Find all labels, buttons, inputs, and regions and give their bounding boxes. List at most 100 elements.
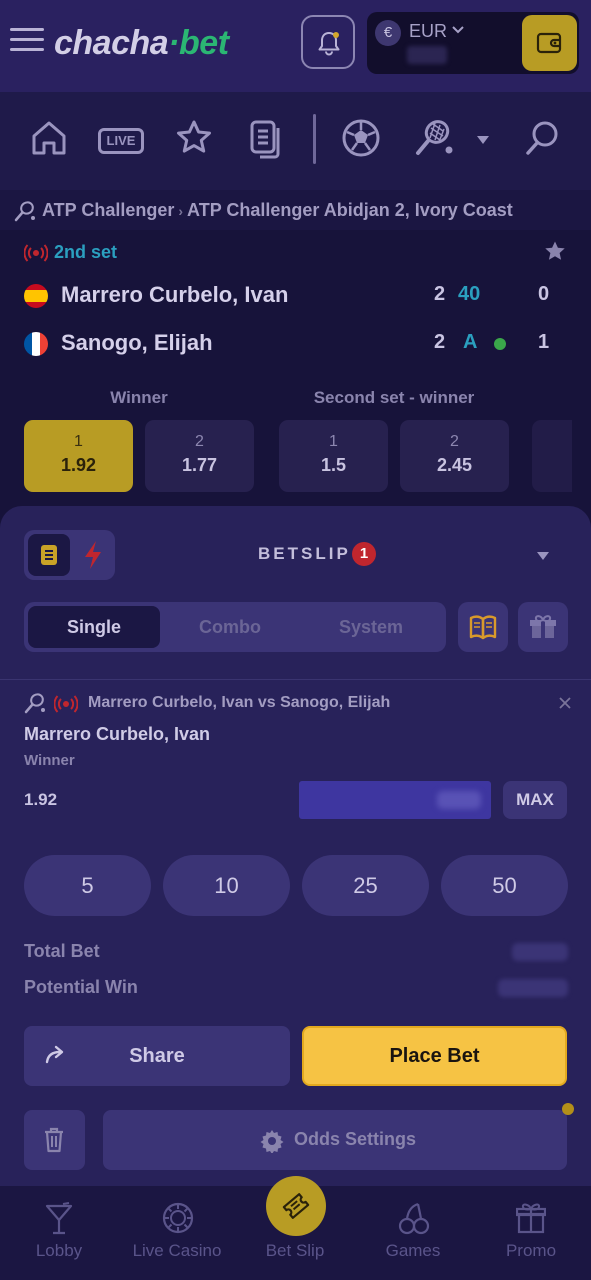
max-stake-button[interactable]: MAX (503, 781, 567, 819)
tennis-icon (14, 201, 35, 222)
betslip-history-icon[interactable] (248, 118, 286, 160)
rules-book-button[interactable] (458, 602, 508, 652)
tennis-icon[interactable] (413, 118, 455, 160)
close-icon[interactable] (558, 696, 572, 710)
ticket-icon (282, 1193, 310, 1219)
selection-match[interactable]: Marrero Curbelo, Ivan vs Sanogo, Elijah (88, 694, 390, 712)
share-button[interactable]: Share (24, 1026, 290, 1086)
odds-settings-button[interactable]: Odds Settings (103, 1110, 567, 1170)
wallet-icon (536, 32, 562, 54)
odd-name: 1 (329, 433, 338, 450)
sets-score: 2 (434, 283, 446, 305)
soccer-ball-icon[interactable] (341, 118, 381, 158)
current-set-score: 1 (538, 331, 550, 353)
current-set-score: 0 (538, 283, 550, 305)
breadcrumb-tournament[interactable]: ATP Challenger Abidjan 2, Ivory Coast (187, 200, 513, 220)
chevron-down-icon[interactable] (451, 25, 465, 35)
chevron-down-icon[interactable] (475, 134, 491, 146)
lightning-icon[interactable] (78, 538, 108, 572)
balance-panel[interactable]: € EUR (367, 12, 579, 74)
tennis-icon (24, 693, 45, 714)
collapse-caret-icon[interactable] (535, 550, 551, 562)
odd-button-partial[interactable] (532, 420, 572, 492)
document-icon (41, 545, 57, 565)
quick-stake-button[interactable]: 10 (163, 855, 290, 916)
tab-label: Bet Slip (265, 1241, 325, 1260)
gift-icon (516, 1203, 546, 1234)
breadcrumb-category[interactable]: ATP Challenger (42, 200, 174, 220)
search-icon[interactable] (524, 118, 562, 158)
tab-label: Lobby (35, 1241, 83, 1260)
quick-stake-button[interactable]: 5 (24, 855, 151, 916)
odd-button[interactable]: 2 1.77 (145, 420, 254, 492)
trash-icon (45, 1127, 63, 1153)
tab-label: Promo (505, 1241, 557, 1260)
live-broadcast-icon (54, 695, 78, 713)
brand-logo[interactable]: chacha·bet (54, 24, 229, 63)
favorite-star-icon[interactable] (544, 240, 566, 262)
star-icon[interactable] (175, 118, 213, 158)
wallet-button[interactable] (522, 15, 577, 71)
tab-games[interactable]: Games (354, 1186, 472, 1280)
menu-icon[interactable] (10, 28, 44, 56)
place-bet-button[interactable]: Place Bet (302, 1026, 567, 1086)
betslip-mode-standard[interactable] (28, 534, 70, 576)
sport-navigation: LIVE (0, 92, 591, 190)
gift-icon (530, 615, 556, 638)
quick-stake-button[interactable]: 50 (441, 855, 568, 916)
game-score: A (463, 331, 478, 353)
set-status: 2nd set (54, 242, 118, 262)
potential-win-value-hidden (498, 979, 568, 997)
bell-icon (318, 32, 340, 56)
live-icon[interactable]: LIVE (98, 128, 144, 154)
currency-label[interactable]: EUR (409, 21, 447, 42)
odds-settings-label: Odds Settings (294, 1129, 417, 1149)
odd-value: 1.77 (181, 455, 218, 475)
book-icon (469, 615, 497, 640)
match-card: 2nd set Marrero Curbelo, Ivan 2 40 0 San… (0, 230, 591, 510)
selection-market: Winner (24, 752, 75, 769)
odd-button[interactable]: 2 2.45 (400, 420, 509, 492)
odd-button-selected[interactable]: 1 1.92 (24, 420, 133, 492)
betslip-mode-toggle[interactable] (24, 530, 115, 580)
selection-pick: Marrero Curbelo, Ivan (24, 724, 211, 744)
bet-type-tabs: Single Combo System (24, 602, 446, 652)
share-label: Share (129, 1045, 185, 1067)
team-name: Sanogo, Elijah (61, 330, 213, 355)
bonus-gift-button[interactable] (518, 602, 568, 652)
sets-score: 2 (434, 331, 446, 353)
nav-divider (313, 114, 316, 164)
team-name: Marrero Curbelo, Ivan (61, 282, 289, 307)
betslip-panel: BETSLIP 1 Single Combo System Marrero Cu… (0, 506, 591, 1186)
stake-input[interactable] (299, 781, 491, 819)
tab-promo[interactable]: Promo (472, 1186, 590, 1280)
cocktail-icon (45, 1202, 73, 1235)
breadcrumb: ATP Challenger › ATP Challenger Abidjan 2,… (0, 190, 591, 230)
odd-button[interactable]: 1 1.5 (279, 420, 388, 492)
tab-combo[interactable]: Combo (164, 606, 296, 648)
odd-name: 1 (74, 433, 83, 450)
quick-stake-button[interactable]: 25 (302, 855, 429, 916)
betslip-count-badge: 1 (352, 542, 376, 566)
clear-betslip-button[interactable] (24, 1110, 85, 1170)
tab-single[interactable]: Single (28, 606, 160, 648)
stake-value-hidden (437, 791, 481, 809)
tab-lobby[interactable]: Lobby (0, 1186, 118, 1280)
tab-live-casino[interactable]: Live Casino (118, 1186, 236, 1280)
tab-label: Live Casino (132, 1241, 222, 1260)
tab-system[interactable]: System (305, 606, 437, 648)
casino-chip-icon (162, 1202, 194, 1234)
odd-value: 1.92 (60, 455, 97, 475)
divider (0, 679, 591, 680)
serving-indicator (494, 338, 506, 350)
home-icon[interactable] (30, 118, 68, 158)
live-broadcast-icon (24, 244, 48, 262)
settings-notification-dot (562, 1103, 574, 1115)
france-flag-icon (24, 332, 48, 356)
app-header: chacha·bet € EUR (0, 0, 591, 92)
notifications-button[interactable] (301, 15, 355, 69)
bet-slip-fab[interactable] (266, 1176, 326, 1236)
team-row: Sanogo, Elijah 2 A 1 (24, 330, 564, 360)
selection-header: Marrero Curbelo, Ivan vs Sanogo, Elijah (24, 692, 574, 716)
betslip-title: BETSLIP (258, 544, 351, 563)
